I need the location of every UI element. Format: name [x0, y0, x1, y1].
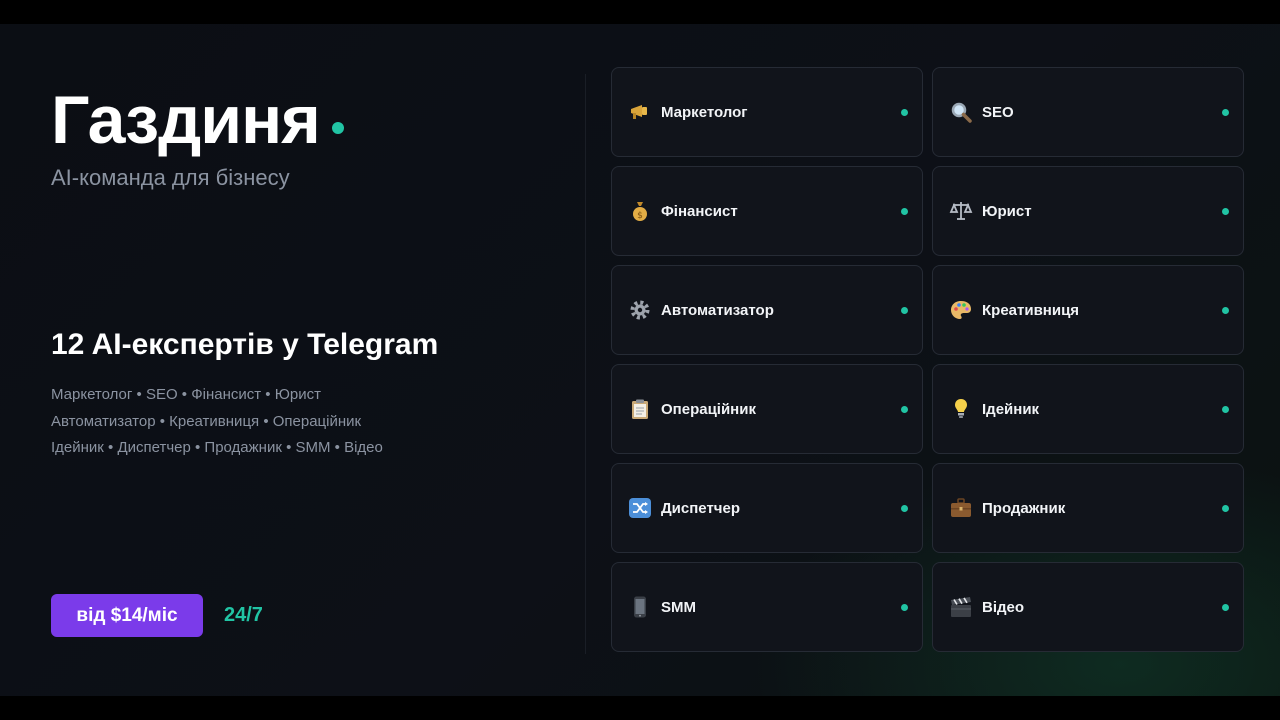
uptime-label: 24/7 [224, 604, 263, 626]
expert-card-label: Диспетчер [661, 499, 741, 517]
expert-card-seo[interactable]: SEO [932, 67, 1244, 157]
expert-card-label: Ідейник [982, 400, 1040, 418]
roles-list: Маркетолог • SEO • Фінансист • Юрист Авт… [51, 382, 551, 462]
status-dot [901, 207, 908, 215]
status-dot [901, 603, 908, 611]
expert-card-label: Відео [982, 598, 1025, 616]
svg-text:$: $ [637, 211, 643, 221]
expert-card-label: Автоматизатор [661, 301, 774, 319]
gear-icon [628, 298, 652, 322]
expert-card-ideas[interactable]: Ідейник [932, 364, 1244, 454]
expert-card-label: SMM [661, 598, 696, 616]
shuffle-icon [628, 496, 652, 520]
expert-card-dispatcher[interactable]: Диспетчер [611, 463, 923, 553]
magnifier-icon [949, 100, 973, 124]
clipboard-icon [628, 397, 652, 421]
status-dot [1222, 207, 1229, 215]
expert-card-marketer[interactable]: Маркетолог [611, 67, 923, 157]
status-dot [1222, 306, 1229, 314]
expert-card-label: Креативниця [982, 301, 1080, 319]
expert-card-sales[interactable]: Продажник [932, 463, 1244, 553]
brand-title: Газдиня [51, 82, 321, 158]
lightbulb-icon [949, 397, 973, 421]
status-dot [901, 504, 908, 512]
expert-card-automator[interactable]: Автоматизатор [611, 265, 923, 355]
expert-card-operations[interactable]: Операційник [611, 364, 923, 454]
status-dot [1222, 108, 1229, 116]
expert-card-label: SEO [982, 103, 1014, 121]
expert-card-label: Маркетолог [661, 103, 748, 121]
megaphone-icon [628, 100, 652, 124]
palette-icon [949, 298, 973, 322]
phone-icon [628, 595, 652, 619]
briefcase-icon [949, 496, 973, 520]
status-dot [1222, 405, 1229, 413]
expert-card-label: Операційник [661, 400, 756, 418]
scales-icon [949, 199, 973, 223]
brand-accent-dot [331, 122, 344, 134]
expert-card-label: Продажник [982, 499, 1066, 517]
expert-card-lawyer[interactable]: Юрист [932, 166, 1244, 256]
expert-card-creative[interactable]: Креативниця [932, 265, 1244, 355]
expert-card-video[interactable]: Відео [932, 562, 1244, 652]
money-bag-icon: $ [628, 199, 652, 223]
expert-card-label: Фінансист [661, 202, 738, 220]
expert-card-smm[interactable]: SMM [611, 562, 923, 652]
expert-card-label: Юрист [982, 202, 1032, 220]
price-button[interactable]: від $14/міс [51, 594, 203, 637]
roles-line: Автоматизатор • Креативниця • Операційни… [51, 412, 362, 430]
brand: Газдиня [51, 86, 344, 154]
status-dot [901, 108, 908, 116]
status-dot [901, 405, 908, 413]
status-dot [901, 306, 908, 314]
roles-line: Маркетолог • SEO • Фінансист • Юрист [51, 386, 321, 403]
experts-heading: 12 AI-експертів у Telegram [51, 328, 439, 361]
expert-card-financier[interactable]: $ Фінансист [611, 166, 923, 256]
column-divider [585, 74, 586, 654]
experts-grid: Маркетолог SEO $ Фінансист Юрист Автомат… [611, 67, 1244, 652]
status-dot [1222, 603, 1229, 611]
brand-subtitle: AI-команда для бізнесу [51, 165, 290, 190]
roles-line: Ідейник • Диспетчер • Продажник • SMM • … [51, 439, 383, 456]
clapperboard-icon [949, 595, 973, 619]
hero-slide: Газдиня AI-команда для бізнесу 12 AI-екс… [0, 24, 1280, 696]
status-dot [1222, 504, 1229, 512]
